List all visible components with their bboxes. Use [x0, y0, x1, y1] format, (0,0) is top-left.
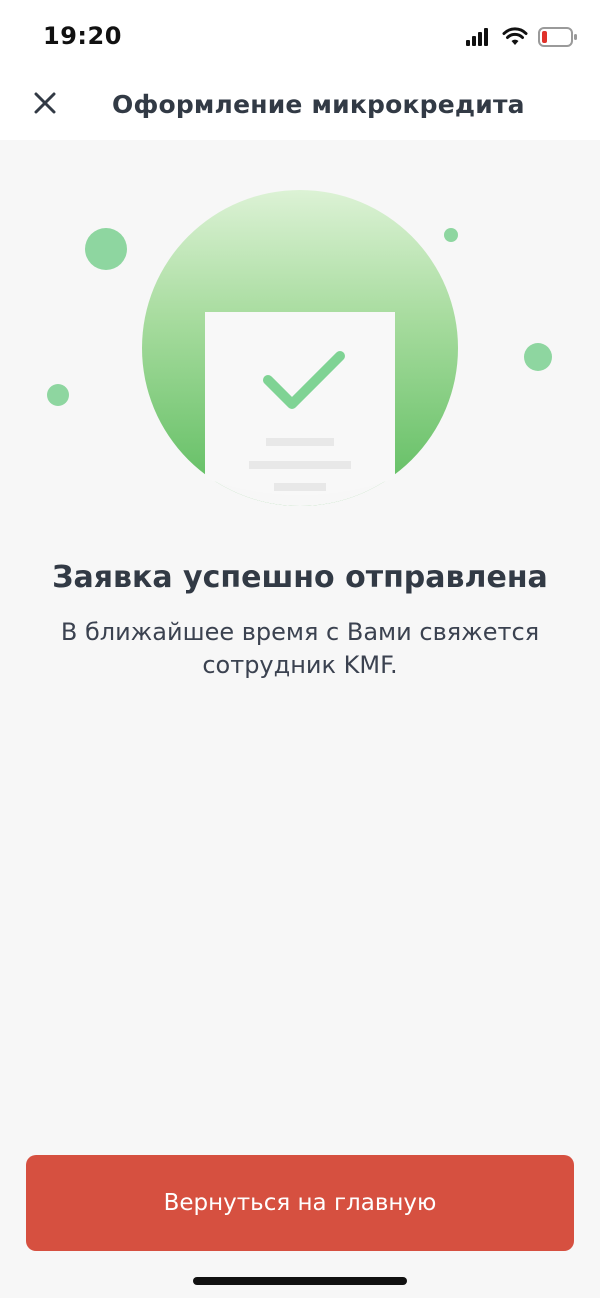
close-icon: [34, 92, 56, 114]
document-check-icon: [205, 312, 395, 495]
decor-dot-right: [524, 343, 552, 371]
home-indicator[interactable]: [193, 1277, 407, 1285]
success-message: В ближайшее время с Вами свяжется сотруд…: [60, 616, 540, 682]
signal-icon: [466, 28, 488, 46]
return-home-button[interactable]: Вернуться на главную: [26, 1155, 574, 1251]
success-illustration: [47, 190, 552, 506]
decor-dot-small: [444, 228, 458, 242]
status-time: 19:20: [43, 22, 122, 50]
status-bar: 19:20: [0, 0, 600, 72]
status-icons: [466, 24, 578, 50]
success-message-line-2: сотрудник KMF.: [202, 651, 398, 679]
decor-dot-large: [85, 228, 127, 270]
navigation-header: Оформление микрокредита: [0, 72, 600, 140]
wifi-icon: [502, 27, 528, 45]
page-title: Оформление микрокредита: [112, 90, 525, 119]
decor-dot-left: [47, 384, 69, 406]
success-message-line-1: В ближайшее время с Вами свяжется: [60, 618, 540, 646]
battery-low-icon: [538, 27, 577, 47]
close-button[interactable]: [28, 86, 62, 120]
success-title: Заявка успешно отправлена: [52, 560, 548, 595]
